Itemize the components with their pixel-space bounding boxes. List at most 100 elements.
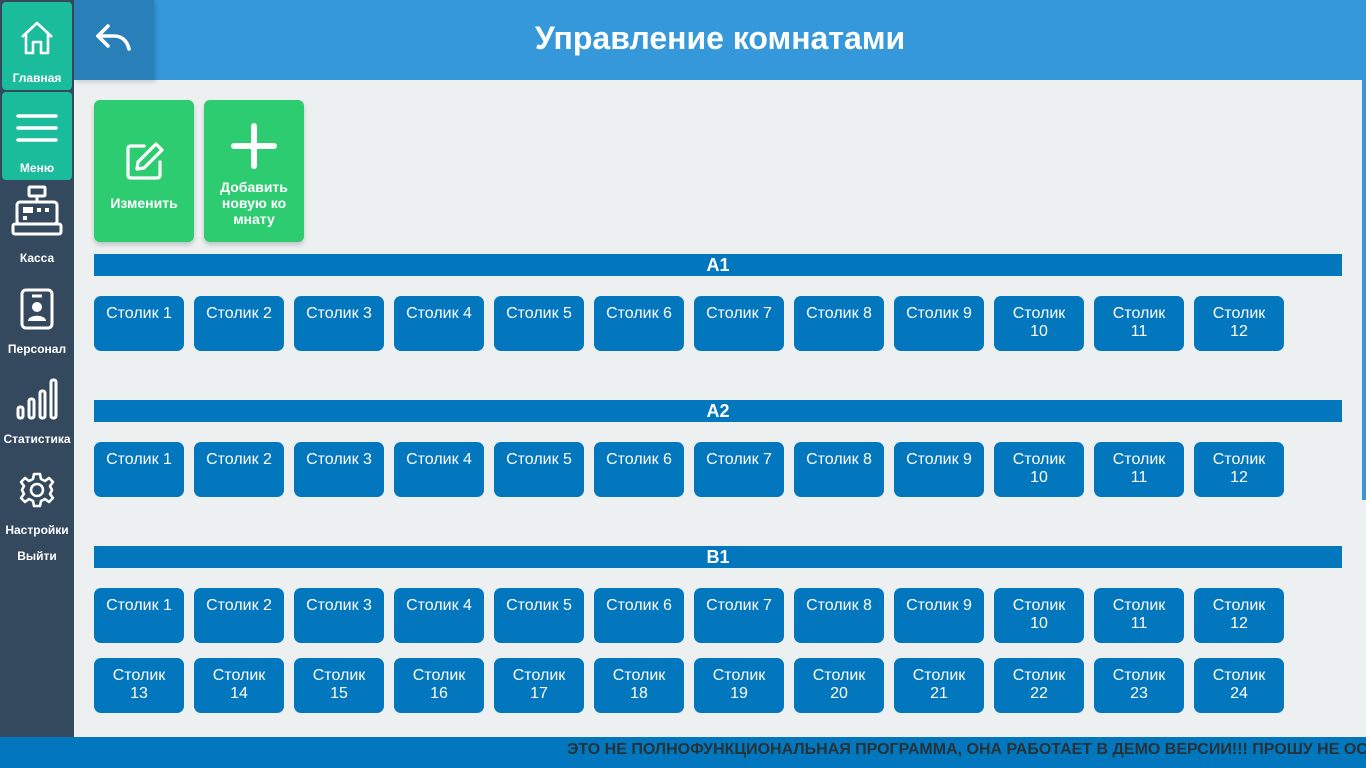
table-number: 10 <box>1030 469 1048 486</box>
table-label: Столик <box>1212 305 1266 322</box>
table-button[interactable]: Столик 12 <box>1194 296 1284 351</box>
table-button[interactable]: Столик 15 <box>294 658 384 713</box>
table-button[interactable]: Столик 7 <box>694 442 784 497</box>
table-button[interactable]: Столик 14 <box>194 658 284 713</box>
table-button[interactable]: Столик 4 <box>394 296 484 351</box>
table-button[interactable]: Столик 12 <box>1194 442 1284 497</box>
table-button[interactable]: Столик 22 <box>994 658 1084 713</box>
table-button[interactable]: Столик 3 <box>294 442 384 497</box>
table-button[interactable]: Столик 6 <box>594 442 684 497</box>
table-button[interactable]: Столик 4 <box>394 588 484 643</box>
table-label: Столик <box>1112 305 1166 322</box>
add-room-button[interactable]: Добавить новую ко мнату <box>204 100 304 242</box>
table-button[interactable]: Столик 9 <box>894 296 984 351</box>
table-number: 10 <box>1030 323 1048 340</box>
demo-warning-text: ЭТО НЕ ПОЛНОФУНКЦИОНАЛЬНАЯ ПРОГРАММА, ОН… <box>567 741 1366 758</box>
scrollbar-thumb[interactable] <box>1362 80 1366 500</box>
table-label: Столик <box>112 667 166 684</box>
table-button[interactable]: Столик 23 <box>1094 658 1184 713</box>
table-button[interactable]: Столик 5 <box>494 588 584 643</box>
table-button[interactable]: Столик 2 <box>194 442 284 497</box>
table-label: Столик 3 <box>306 597 372 614</box>
table-button[interactable]: Столик 8 <box>794 442 884 497</box>
table-label: Столик 5 <box>506 451 572 468</box>
table-button[interactable]: Столик 19 <box>694 658 784 713</box>
bar-chart-icon <box>2 377 72 421</box>
table-button[interactable]: Столик 8 <box>794 588 884 643</box>
sidebar-item-menu[interactable]: Меню <box>2 92 72 180</box>
table-button[interactable]: Столик 13 <box>94 658 184 713</box>
table-label: Столик <box>812 667 866 684</box>
sidebar-item-label: Касса <box>19 251 55 265</box>
table-button[interactable]: Столик 2 <box>194 296 284 351</box>
table-label: Столик <box>512 667 566 684</box>
table-label: Столик <box>312 667 366 684</box>
table-button[interactable]: Столик 10 <box>994 296 1084 351</box>
table-button[interactable]: Столик 9 <box>894 588 984 643</box>
table-button[interactable]: Столик 7 <box>694 588 784 643</box>
edit-button-label: Изменить <box>110 195 178 211</box>
table-button[interactable]: Столик 21 <box>894 658 984 713</box>
table-button[interactable]: Столик 6 <box>594 296 684 351</box>
table-number: 12 <box>1230 323 1248 340</box>
table-number: 24 <box>1230 685 1248 702</box>
table-label: Столик <box>1012 597 1066 614</box>
logout-link[interactable]: Выйти <box>0 549 74 563</box>
table-button[interactable]: Столик 20 <box>794 658 884 713</box>
table-number: 23 <box>1130 685 1148 702</box>
table-label: Столик 1 <box>106 305 172 322</box>
sidebar-item-label: Настройки <box>5 523 69 537</box>
table-button[interactable]: Столик 11 <box>1094 588 1184 643</box>
room-header[interactable]: B1 <box>94 546 1342 568</box>
table-button[interactable]: Столик 2 <box>194 588 284 643</box>
sidebar-item-home[interactable]: Главная <box>2 2 72 90</box>
edit-button[interactable]: Изменить <box>94 100 194 242</box>
table-button[interactable]: Столик 3 <box>294 296 384 351</box>
page-title: Управление комнатами <box>534 20 906 56</box>
table-label: Столик <box>1012 667 1066 684</box>
table-button[interactable]: Столик 12 <box>1194 588 1284 643</box>
gear-icon <box>2 468 72 512</box>
table-button[interactable]: Столик 18 <box>594 658 684 713</box>
table-number: 12 <box>1230 615 1248 632</box>
table-button[interactable]: Столик 10 <box>994 588 1084 643</box>
table-button[interactable]: Столик 5 <box>494 442 584 497</box>
table-label: Столик <box>912 667 966 684</box>
table-label: Столик 7 <box>706 451 772 468</box>
table-button[interactable]: Столик 8 <box>794 296 884 351</box>
table-button[interactable]: Столик 9 <box>894 442 984 497</box>
cash-register-icon <box>2 185 72 236</box>
table-label: Столик 1 <box>106 597 172 614</box>
sidebar-item-settings[interactable]: Настройки <box>2 454 72 542</box>
table-number: 21 <box>930 685 948 702</box>
table-button[interactable]: Столик 11 <box>1094 296 1184 351</box>
table-button[interactable]: Столик 1 <box>94 442 184 497</box>
table-button[interactable]: Столик 1 <box>94 296 184 351</box>
sidebar-item-statistics[interactable]: Статистика <box>2 363 72 451</box>
table-button[interactable]: Столик 7 <box>694 296 784 351</box>
table-button[interactable]: Столик 17 <box>494 658 584 713</box>
table-button[interactable]: Столик 11 <box>1094 442 1184 497</box>
table-number: 11 <box>1130 615 1148 632</box>
room-header[interactable]: A2 <box>94 400 1342 422</box>
table-button[interactable]: Столик 24 <box>1194 658 1284 713</box>
table-button[interactable]: Столик 6 <box>594 588 684 643</box>
table-button[interactable]: Столик 5 <box>494 296 584 351</box>
plus-icon <box>204 122 304 170</box>
table-label: Столик 5 <box>506 597 572 614</box>
sidebar-item-cash[interactable]: Касса <box>2 182 72 270</box>
room-header[interactable]: A1 <box>94 254 1342 276</box>
table-button[interactable]: Столик 3 <box>294 588 384 643</box>
table-number: 22 <box>1030 685 1048 702</box>
table-button[interactable]: Столик 16 <box>394 658 484 713</box>
table-button[interactable]: Столик 4 <box>394 442 484 497</box>
table-button[interactable]: Столик 10 <box>994 442 1084 497</box>
home-icon <box>2 16 72 60</box>
sidebar-item-staff[interactable]: Персонал <box>2 273 72 361</box>
table-label: Столик 1 <box>106 451 172 468</box>
table-label: Столик 2 <box>206 597 272 614</box>
table-label: Столик <box>712 667 766 684</box>
table-label: Столик 8 <box>806 305 872 322</box>
table-number: 10 <box>1030 615 1048 632</box>
table-button[interactable]: Столик 1 <box>94 588 184 643</box>
